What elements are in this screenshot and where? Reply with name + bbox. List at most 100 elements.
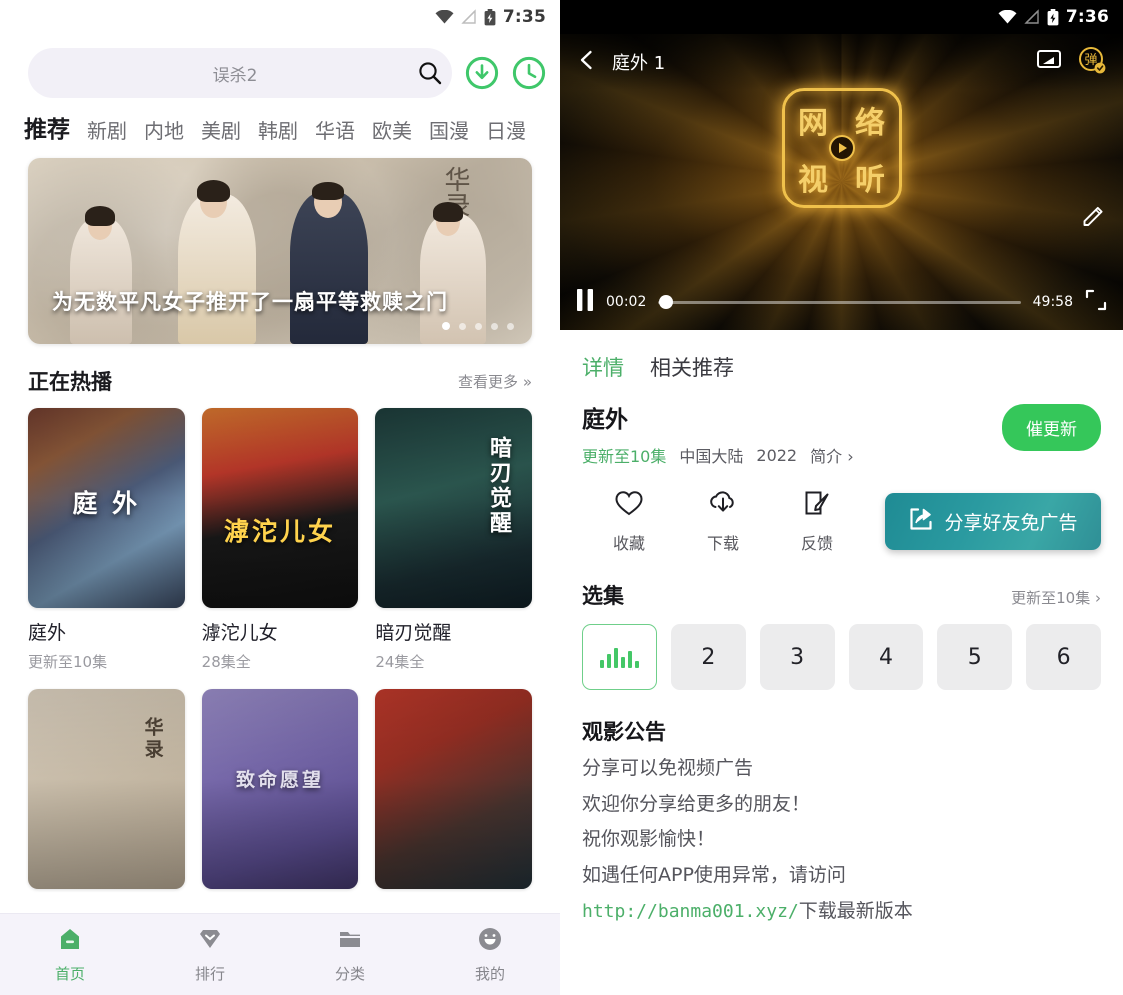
share-free-ads-button[interactable]: 分享好友免广告 xyxy=(885,493,1101,550)
carousel-dot[interactable] xyxy=(459,322,466,330)
show-poster[interactable]: 滹沱儿女 xyxy=(201,408,359,608)
signal-off-icon xyxy=(1024,9,1040,25)
poster-title-text: 华录 xyxy=(141,717,164,761)
tab-jp-anime[interactable]: 日漫 xyxy=(486,115,526,144)
show-card[interactable]: 致命愿望 xyxy=(201,689,359,889)
episodes-header: 选集 更新至10集 › xyxy=(560,554,1123,610)
banner-figure-hair xyxy=(197,180,230,202)
announcement-link-line: http://banma001.xyz/下载最新版本 xyxy=(582,899,1101,925)
nav-item-category[interactable]: 分类 xyxy=(280,925,420,984)
progress-slider[interactable] xyxy=(658,295,1021,309)
pause-icon[interactable] xyxy=(576,289,594,315)
tab-recommend[interactable]: 推荐 xyxy=(24,110,70,144)
search-input[interactable]: 误杀2 xyxy=(28,48,452,98)
urge-update-button[interactable]: 催更新 xyxy=(1002,404,1101,451)
announcement-title: 观影公告 xyxy=(582,720,666,744)
carousel-dot[interactable] xyxy=(442,322,450,330)
search-row: 误杀2 xyxy=(0,34,560,106)
view-more-link[interactable]: 查看更多 » xyxy=(458,371,532,392)
danmaku-badge-icon[interactable]: 弹 xyxy=(1077,45,1107,79)
folder-icon xyxy=(336,925,364,957)
download-circle-button[interactable] xyxy=(465,56,499,90)
status-time: 7:35 xyxy=(502,7,546,27)
tab-us-drama[interactable]: 美剧 xyxy=(201,115,241,144)
hot-shows-grid-row2: 华录 致命愿望 xyxy=(0,689,560,889)
section-title: 正在热播 xyxy=(28,370,112,394)
diamond-icon xyxy=(196,925,224,957)
detail-tabs[interactable]: 详情 相关推荐 xyxy=(560,330,1123,386)
announcement-line-4: 如遇任何APP使用异常，请访问 xyxy=(582,863,846,886)
carousel-dot[interactable] xyxy=(507,322,514,330)
episode-button-4[interactable]: 4 xyxy=(848,624,924,690)
status-bar-left: 7:35 xyxy=(0,0,560,34)
favorite-action[interactable]: 收藏 xyxy=(582,489,676,554)
category-tabs[interactable]: 推荐 新剧 内地 美剧 韩剧 华语 欧美 国漫 日漫 xyxy=(0,106,560,152)
feedback-edit-icon xyxy=(803,489,831,521)
tab-related[interactable]: 相关推荐 xyxy=(650,352,734,382)
play-triangle-icon xyxy=(828,135,855,161)
announcement-line-3: 祝你观影愉快！ xyxy=(582,828,716,851)
heart-icon xyxy=(614,489,644,521)
feedback-label: 反馈 xyxy=(800,534,833,553)
tab-cn-anime[interactable]: 国漫 xyxy=(429,115,469,144)
episodes-more-link[interactable]: 更新至10集 › xyxy=(1011,587,1101,608)
nav-label-ranking: 排行 xyxy=(194,965,225,983)
show-card[interactable]: 华录 xyxy=(28,689,185,889)
episode-button-6[interactable]: 6 xyxy=(1026,624,1101,690)
fullscreen-icon[interactable] xyxy=(1085,289,1107,315)
tab-kr-drama[interactable]: 韩剧 xyxy=(258,115,298,144)
hero-banner-carousel[interactable]: 华录 为无数平凡女子推开了一扇平等救赎之门 xyxy=(28,158,532,344)
download-link[interactable]: http://banma001.xyz/ xyxy=(582,901,799,922)
show-header-text: 庭外 更新至10集 中国大陆 2022 简介 › xyxy=(582,400,1002,467)
search-icon[interactable] xyxy=(408,60,452,86)
show-poster[interactable]: 庭 外 xyxy=(28,408,185,608)
nav-item-ranking[interactable]: 排行 xyxy=(140,925,280,984)
chevron-left-icon[interactable] xyxy=(576,49,598,75)
tab-mainland[interactable]: 内地 xyxy=(144,115,184,144)
poster-title-text: 滹沱儿女 xyxy=(223,517,336,546)
carousel-dot[interactable] xyxy=(491,322,498,330)
tab-new-drama[interactable]: 新剧 xyxy=(87,115,127,144)
show-card-title: 庭外 xyxy=(28,622,67,644)
banner-figure-hair xyxy=(312,182,344,200)
chevron-double-right-icon: » xyxy=(522,372,532,391)
episodes-more-label: 更新至10集 xyxy=(1011,589,1091,607)
show-card[interactable]: 暗刃觉醒 暗刃觉醒 24集全 xyxy=(375,408,532,672)
show-card[interactable]: 庭 外 庭外 更新至10集 xyxy=(28,408,185,672)
tab-western[interactable]: 欧美 xyxy=(372,115,412,144)
episode-button-5[interactable]: 5 xyxy=(937,624,1013,690)
cast-screen-icon[interactable] xyxy=(1035,48,1063,76)
nav-item-home[interactable]: 首页 xyxy=(0,925,140,984)
nav-item-profile[interactable]: 我的 xyxy=(420,925,560,984)
episode-button-3[interactable]: 3 xyxy=(759,624,835,690)
episode-button-1[interactable] xyxy=(582,624,657,690)
region-label: 中国大陆 xyxy=(679,447,744,466)
poster-title-text: 致命愿望 xyxy=(235,769,324,791)
year-label: 2022 xyxy=(756,445,798,465)
show-poster[interactable] xyxy=(375,689,532,889)
video-player[interactable]: 网 络 视 听 庭外 1 弹 00:02 49:58 xyxy=(560,34,1123,330)
tab-details[interactable]: 详情 xyxy=(582,352,624,382)
battery-charging-icon xyxy=(1047,8,1059,26)
pencil-icon[interactable] xyxy=(1081,202,1107,232)
signal-off-icon xyxy=(461,9,477,25)
tab-chinese[interactable]: 华语 xyxy=(315,115,355,144)
episodes-title: 选集 xyxy=(582,584,624,608)
synopsis-link[interactable]: 简介 › xyxy=(810,443,854,467)
episode-button-2[interactable]: 2 xyxy=(670,624,746,690)
show-poster[interactable]: 致命愿望 xyxy=(201,689,359,889)
download-action[interactable]: 下载 xyxy=(676,489,770,554)
show-card[interactable] xyxy=(375,689,532,889)
banner-figure-hair xyxy=(85,206,115,226)
carousel-dots[interactable] xyxy=(442,322,514,330)
show-poster[interactable]: 暗刃觉醒 xyxy=(375,408,532,608)
show-card-subtitle: 24集全 xyxy=(375,653,425,671)
feedback-action[interactable]: 反馈 xyxy=(770,489,864,554)
history-circle-button[interactable] xyxy=(512,56,546,90)
carousel-dot[interactable] xyxy=(475,322,482,330)
progress-knob[interactable] xyxy=(658,295,673,309)
show-card[interactable]: 滹沱儿女 滹沱儿女 28集全 xyxy=(201,408,359,672)
show-poster[interactable]: 华录 xyxy=(28,689,185,889)
poster-overlay xyxy=(375,689,532,889)
wifi-icon xyxy=(998,10,1017,24)
